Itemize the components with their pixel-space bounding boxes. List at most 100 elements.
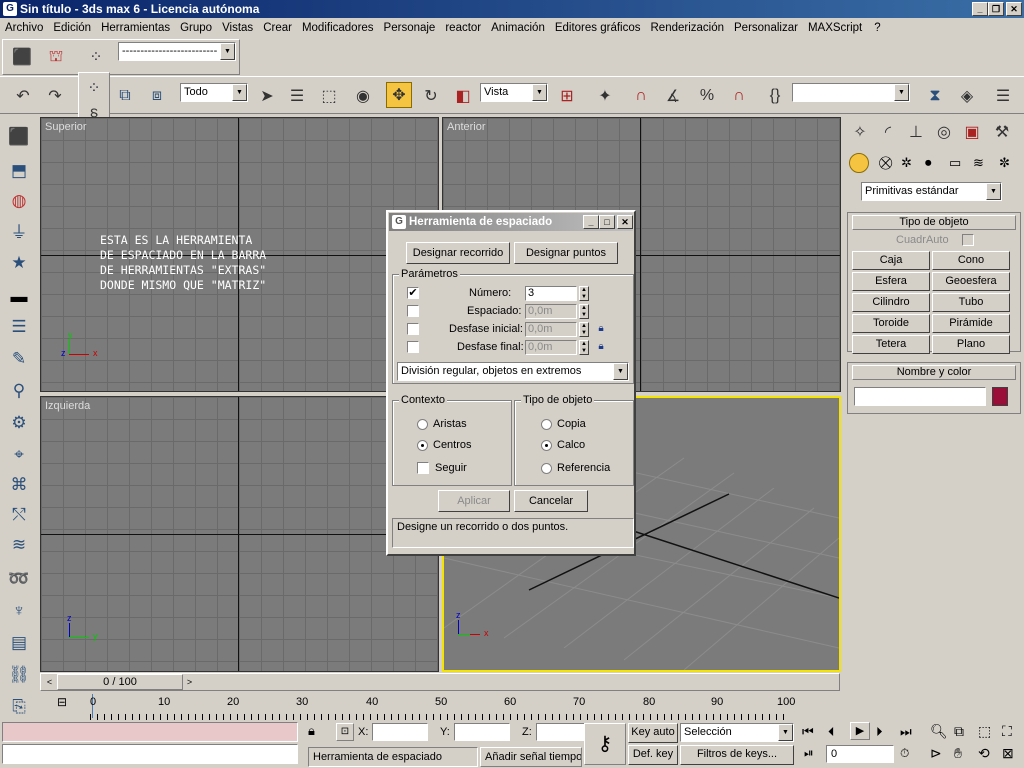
primitive-category-dropdown[interactable]: Primitivas estándar ▼: [861, 182, 1002, 201]
autogrid-checkbox[interactable]: [962, 234, 974, 246]
link-icon[interactable]: ⧉: [112, 83, 138, 109]
box-button[interactable]: Caja: [852, 251, 930, 270]
dialog-maximize-button[interactable]: □: [599, 215, 615, 229]
menu-personaje[interactable]: Personaje: [379, 22, 441, 34]
sphere-button[interactable]: Esfera: [852, 272, 930, 291]
end-offset-spinner[interactable]: 0,0m: [525, 340, 577, 355]
edit-named-selection-icon[interactable]: {}: [762, 83, 788, 109]
cube-icon[interactable]: ⬛: [9, 44, 35, 70]
zoom-all-icon[interactable]: ⧉: [954, 723, 964, 740]
pyramid-button[interactable]: Pirámide: [932, 314, 1010, 333]
unlink-icon[interactable]: ⧈: [144, 83, 170, 109]
object-color-swatch[interactable]: [992, 387, 1008, 406]
scale-icon[interactable]: ◧: [450, 83, 476, 109]
field-of-view-icon[interactable]: ⊳: [930, 745, 942, 762]
zoom-icon[interactable]: 🔍︎: [930, 723, 948, 740]
spacewarps-category-icon[interactable]: ≋: [973, 155, 984, 171]
bones-icon[interactable]: ⌘: [6, 473, 32, 497]
wave-icon[interactable]: ≋: [6, 533, 32, 557]
viewport-left[interactable]: Izquierda z y: [40, 396, 439, 672]
tube-button[interactable]: Tubo: [932, 293, 1010, 312]
gear-icon[interactable]: ⚙: [6, 411, 32, 435]
menu-editores-graficos[interactable]: Editores gráficos: [550, 22, 646, 34]
utilities-tab-icon[interactable]: ⚒: [989, 119, 1015, 145]
plane-button[interactable]: Plano: [932, 335, 1010, 354]
snap-icon[interactable]: ∩: [628, 83, 654, 109]
percent-snap-icon[interactable]: %: [694, 83, 720, 109]
chain-icon[interactable]: ⛓: [6, 663, 32, 687]
angle-snap-icon[interactable]: ∡: [660, 83, 686, 109]
pen-icon[interactable]: ✎: [6, 347, 32, 371]
rectangle-selection-icon[interactable]: ⬚: [316, 83, 342, 109]
menu-herramientas[interactable]: Herramientas: [96, 22, 175, 34]
layers-icon[interactable]: ☰: [990, 83, 1016, 109]
viewport-front-label[interactable]: Anterior: [447, 121, 486, 133]
time-slider-thumb[interactable]: 0 / 100: [57, 674, 183, 690]
shapes-icon[interactable]: ⬒: [6, 159, 32, 183]
menu-personalizar[interactable]: Personalizar: [729, 22, 803, 34]
start-offset-checkbox[interactable]: [407, 323, 419, 335]
lock-selection-icon[interactable]: 🔒︎: [308, 723, 315, 739]
paint-icon[interactable]: ⚲: [6, 379, 32, 403]
add-time-tag-button[interactable]: Añadir señal tiempo: [480, 747, 582, 767]
track-bar[interactable]: 0 10 20 30 40 50 60 70 80 90 100: [40, 692, 840, 720]
absolute-mode-icon[interactable]: ⊡: [336, 723, 354, 741]
maxscript-icon[interactable]: ⎘: [6, 695, 32, 719]
close-button[interactable]: ✕: [1006, 2, 1022, 16]
cone-button[interactable]: Cono: [932, 251, 1010, 270]
pan-icon[interactable]: ✋︎: [954, 745, 962, 762]
undo-icon[interactable]: ↶: [10, 83, 36, 109]
dialog-title-bar[interactable]: G Herramienta de espaciado _ □ ✕: [389, 213, 633, 231]
next-frame-icon[interactable]: >: [183, 675, 196, 689]
set-key-icon[interactable]: ⚷: [584, 723, 626, 765]
apply-button[interactable]: Aplicar: [438, 490, 510, 512]
cylinder-button[interactable]: Cilindro: [852, 293, 930, 312]
menu-help[interactable]: ?: [869, 22, 885, 34]
mirror-icon[interactable]: ⧗: [922, 83, 948, 109]
y-coordinate-input[interactable]: [454, 723, 510, 741]
menu-vistas[interactable]: Vistas: [217, 22, 258, 34]
pick-points-button[interactable]: Designar puntos: [514, 242, 618, 264]
align-icon[interactable]: ◈: [954, 83, 980, 109]
zoom-extents-icon[interactable]: ⬚: [978, 723, 991, 740]
redo-icon[interactable]: ↷: [42, 83, 68, 109]
spinner-snap-icon[interactable]: ∩: [726, 83, 752, 109]
key-selection-dropdown[interactable]: Selección ▼: [680, 723, 794, 742]
menu-reactor[interactable]: reactor: [440, 22, 486, 34]
previous-frame-icon[interactable]: ⏴: [828, 724, 835, 740]
viewport-left-label[interactable]: Izquierda: [45, 400, 90, 412]
time-slider[interactable]: < 0 / 100 >: [40, 673, 840, 691]
next-frame-icon[interactable]: ⏵: [876, 724, 883, 740]
key-filters-button[interactable]: Filtros de keys...: [680, 745, 794, 765]
current-frame-input[interactable]: 0: [826, 745, 894, 763]
prev-frame-icon[interactable]: <: [43, 675, 56, 689]
end-offset-checkbox[interactable]: [407, 341, 419, 353]
display-tab-icon[interactable]: ▣: [959, 119, 985, 145]
set-key-button[interactable]: Def. key: [628, 745, 678, 765]
object-type-rollout-title[interactable]: Tipo de objeto: [852, 215, 1016, 230]
reference-coord-dropdown[interactable]: Vista ▼: [480, 83, 548, 102]
geosphere-button[interactable]: Geoesfera: [932, 272, 1010, 291]
name-color-rollout-title[interactable]: Nombre y color: [852, 365, 1016, 380]
z-coordinate-input[interactable]: [536, 723, 586, 741]
pick-path-button[interactable]: Designar recorrido: [406, 242, 510, 264]
menu-animacion[interactable]: Animación: [486, 22, 550, 34]
restore-button[interactable]: ❐: [988, 2, 1004, 16]
pivot-icon[interactable]: ⊞: [554, 83, 580, 109]
array-icon[interactable]: ⁘: [83, 44, 109, 70]
maxscript-input[interactable]: [2, 744, 298, 764]
object-name-input[interactable]: [854, 387, 986, 406]
motion-tab-icon[interactable]: ◎: [931, 119, 957, 145]
distribution-dropdown[interactable]: División regular, objetos en extremos ▼: [397, 362, 629, 381]
menu-archivo[interactable]: Archivo: [0, 22, 48, 34]
end-offset-spinner-arrows[interactable]: ▲ ▼: [579, 340, 589, 355]
manipulate-icon[interactable]: ✦: [592, 83, 618, 109]
x-coordinate-input[interactable]: [372, 723, 428, 741]
dialog-close-button[interactable]: ✕: [617, 215, 633, 229]
maxscript-listener[interactable]: [2, 722, 298, 742]
select-by-name-icon[interactable]: ☰: [284, 83, 310, 109]
menu-grupo[interactable]: Grupo: [175, 22, 217, 34]
spacing-checkbox[interactable]: [407, 305, 419, 317]
menu-crear[interactable]: Crear: [258, 22, 297, 34]
menu-renderizacion[interactable]: Renderización: [646, 22, 730, 34]
